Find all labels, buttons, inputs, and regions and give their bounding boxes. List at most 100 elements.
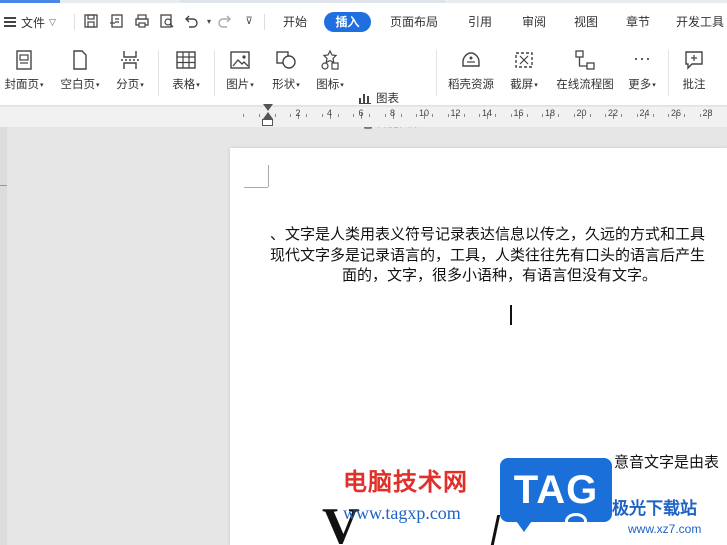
tab-review[interactable]: 审阅 xyxy=(514,12,554,32)
tab-section[interactable]: 章节 xyxy=(618,12,658,32)
text-cursor xyxy=(510,305,512,325)
page-break-button[interactable]: 分页▾ xyxy=(110,44,150,102)
ruler-minor-tick xyxy=(573,114,575,117)
tab-insert[interactable]: 插入 xyxy=(324,12,371,32)
icons-library-icon xyxy=(321,49,339,70)
ruler-minor-tick xyxy=(605,114,607,117)
ruler-minor-tick xyxy=(526,114,528,117)
export-pdf-icon[interactable] xyxy=(108,12,126,30)
comment-icon xyxy=(685,51,703,70)
more-icon: ··· xyxy=(633,47,651,68)
shape-label: 形状 xyxy=(272,79,296,91)
undo-icon[interactable] xyxy=(182,12,200,30)
docer-resources-icon xyxy=(462,52,480,67)
icon-button[interactable]: 图标▾ xyxy=(310,44,350,102)
watermark-url: www.tagxp.com xyxy=(343,503,461,523)
blank-page-label: 空白页 xyxy=(60,79,95,91)
ruler-minor-tick xyxy=(495,114,496,117)
divider xyxy=(668,50,669,96)
watermark-site-url: www.xz7.com xyxy=(628,522,702,536)
ruler-minor-tick xyxy=(479,114,481,117)
blank-page-button[interactable]: 空白页▾ xyxy=(56,44,104,102)
ruler-minor-tick xyxy=(652,114,654,117)
ribbon-insert: 封面页▾ 空白页▾ 分页▾ 表格▾ 图片▾ 形状▾ 图标▾ 图表 智能图形 稻壳… xyxy=(0,42,727,129)
ruler-label: 16 xyxy=(513,108,524,118)
ruler-minor-tick xyxy=(243,114,244,117)
ruler-label: 4 xyxy=(326,108,333,118)
table-button[interactable]: 表格▾ xyxy=(166,44,206,102)
table-label: 表格 xyxy=(172,79,196,91)
chart-label: 图表 xyxy=(376,93,399,105)
print-icon[interactable] xyxy=(133,12,151,30)
blank-page-icon xyxy=(73,50,87,70)
table-icon xyxy=(176,51,196,69)
chart-button[interactable]: 图表 xyxy=(358,89,399,107)
page-break-icon xyxy=(121,51,139,69)
tag-logo-ring xyxy=(565,513,587,529)
ruler-label: 28 xyxy=(702,108,713,118)
online-flowchart-button[interactable]: 在线流程图 xyxy=(552,44,618,102)
ruler-label: 22 xyxy=(607,108,619,118)
more-label: 更多 xyxy=(628,79,652,91)
hamburger-icon xyxy=(4,15,16,30)
cover-page-label: 封面页 xyxy=(4,79,39,91)
document-page[interactable]: 、文字是人类用表义符号记录表达信息以传之，久远的方式和工具 现代文字多是记录语言… xyxy=(230,148,727,545)
document-line[interactable]: 现代文字多是记录语言的，工具，人类往往先有口头的语言后产生 xyxy=(270,245,705,265)
document-line[interactable]: 意音文字是由表 xyxy=(614,452,719,472)
more-button[interactable]: ··· 更多▾ xyxy=(622,44,662,102)
ruler-minor-tick xyxy=(416,114,418,117)
cover-page-button[interactable]: 封面页▾ xyxy=(0,44,48,102)
divider xyxy=(74,14,75,30)
screenshot-button[interactable]: 截屏▾ xyxy=(504,44,544,102)
redo-icon[interactable] xyxy=(216,12,234,30)
print-preview-icon[interactable] xyxy=(158,12,176,30)
divider xyxy=(436,50,437,96)
file-menu[interactable]: 文件 ▽ xyxy=(4,12,56,32)
ruler-minor-tick xyxy=(337,114,339,117)
ruler-minor-tick xyxy=(306,114,307,117)
ruler-minor-tick xyxy=(400,114,402,117)
ruler-minor-tick xyxy=(684,114,685,117)
hanging-indent-marker[interactable] xyxy=(263,112,273,119)
document-line[interactable]: 面的，文字，很多小语种，有语言但没有文字。 xyxy=(342,265,657,285)
ruler-minor-tick xyxy=(432,114,433,117)
ruler-minor-tick xyxy=(353,114,355,117)
screenshot-icon xyxy=(515,52,533,68)
customize-icon[interactable]: ⊽ xyxy=(240,12,258,30)
watermark-site-logo-text: 极光下载站 xyxy=(612,499,697,519)
ruler-minor-tick xyxy=(369,114,370,117)
shape-button[interactable]: 形状▾ xyxy=(266,44,306,102)
tab-references[interactable]: 引用 xyxy=(460,12,500,32)
left-indent-marker[interactable] xyxy=(262,119,273,126)
ruler-label: 12 xyxy=(450,108,461,118)
comment-button[interactable]: 批注 xyxy=(674,44,714,102)
divider xyxy=(158,50,159,96)
ruler-label: 2 xyxy=(295,108,301,118)
shape-icon xyxy=(276,51,296,69)
divider xyxy=(214,50,215,96)
first-line-indent-marker[interactable] xyxy=(263,104,273,111)
ruler-minor-tick xyxy=(542,114,544,117)
tab-developer-tools[interactable]: 开发工具 xyxy=(676,12,727,32)
margin-corner-mark xyxy=(268,165,269,187)
tag-logo: TAG xyxy=(500,458,612,522)
watermark-site-name: 电脑技术网 xyxy=(343,468,468,496)
online-flowchart-label: 在线流程图 xyxy=(556,79,614,91)
cover-page-icon xyxy=(16,50,32,70)
screenshot-label: 截屏 xyxy=(510,79,534,91)
ruler-minor-tick xyxy=(447,114,449,117)
left-navigation-pane xyxy=(0,127,7,545)
docer-resources-button[interactable]: 稻壳资源 xyxy=(442,44,500,102)
tab-view[interactable]: 视图 xyxy=(566,12,606,32)
ruler-label: 14 xyxy=(481,108,493,118)
picture-button[interactable]: 图片▾ xyxy=(220,44,260,102)
tab-page-layout[interactable]: 页面布局 xyxy=(384,12,444,32)
tab-home[interactable]: 开始 xyxy=(276,12,314,32)
horizontal-ruler[interactable]: 2 4 6 8 10 12 14 16 18 20 22 24 26 28 xyxy=(243,108,727,122)
ruler-minor-tick xyxy=(699,114,701,117)
document-line[interactable]: 、文字是人类用表义符号记录表达信息以传之，久远的方式和工具 xyxy=(270,224,705,244)
save-icon[interactable] xyxy=(82,12,100,30)
title-bar: 文件 ▽ ▾ ⊽ 开始 插入 页面布局 引用 审阅 视图 章节 开发工具 xyxy=(0,0,727,42)
docer-resources-label: 稻壳资源 xyxy=(448,79,494,91)
ruler-label: 24 xyxy=(639,108,650,118)
